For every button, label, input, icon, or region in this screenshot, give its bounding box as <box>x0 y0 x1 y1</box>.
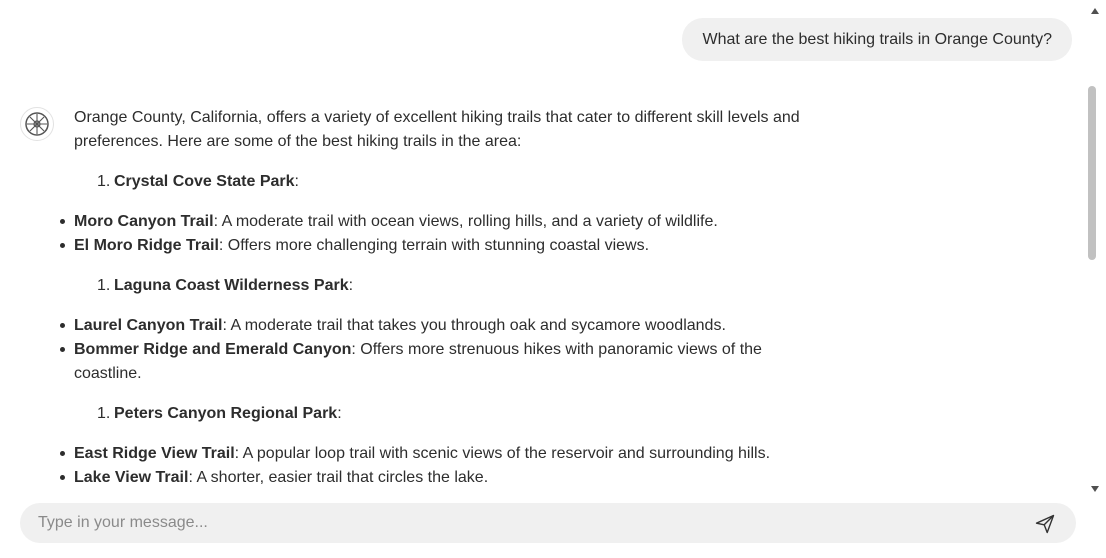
user-message-bubble: What are the best hiking trails in Orang… <box>682 18 1072 61</box>
scrollbar-thumb[interactable] <box>1088 86 1096 260</box>
trail-list: Moro Canyon Trail: A moderate trail with… <box>60 210 814 258</box>
scroll-down-arrow-icon[interactable] <box>1091 486 1099 492</box>
send-icon <box>1035 514 1055 534</box>
trail-name: Laurel Canyon Trail <box>74 317 223 334</box>
park-name: Crystal Cove State Park <box>114 173 295 190</box>
trail-name: Moro Canyon Trail <box>74 213 214 230</box>
assistant-logo-icon <box>20 107 54 141</box>
vertical-scrollbar[interactable] <box>1086 0 1106 496</box>
list-item: Lake View Trail: A shorter, easier trail… <box>60 466 814 490</box>
assistant-message: Orange County, California, offers a vari… <box>60 106 814 490</box>
park-name: Laguna Coast Wilderness Park <box>114 277 349 294</box>
list-item: Laurel Canyon Trail: A moderate trail th… <box>60 314 814 338</box>
list-item: El Moro Ridge Trail: Offers more challen… <box>60 234 814 258</box>
trail-list: East Ridge View Trail: A popular loop tr… <box>60 442 814 490</box>
list-item: East Ridge View Trail: A popular loop tr… <box>60 442 814 466</box>
park-heading: 1. Laguna Coast Wilderness Park: <box>97 277 354 294</box>
scroll-up-arrow-icon[interactable] <box>1091 8 1099 14</box>
park-name: Peters Canyon Regional Park <box>114 405 338 422</box>
message-input-bar <box>20 503 1076 543</box>
trail-name: East Ridge View Trail <box>74 445 235 462</box>
list-item: Moro Canyon Trail: A moderate trail with… <box>60 210 814 234</box>
trail-name: Lake View Trail <box>74 469 189 486</box>
trail-name: El Moro Ridge Trail <box>74 237 219 254</box>
list-item: Bommer Ridge and Emerald Canyon: Offers … <box>60 338 814 386</box>
park-heading: 1. Crystal Cove State Park: <box>97 173 299 190</box>
park-heading: 1. Peters Canyon Regional Park: <box>97 405 342 422</box>
assistant-intro: Orange County, California, offers a vari… <box>74 109 800 150</box>
message-input[interactable] <box>38 503 1018 543</box>
send-button[interactable] <box>1034 513 1056 535</box>
trail-list: Laurel Canyon Trail: A moderate trail th… <box>60 314 814 386</box>
trail-name: Bommer Ridge and Emerald Canyon <box>74 341 352 358</box>
chat-area: What are the best hiking trails in Orang… <box>0 0 1086 496</box>
